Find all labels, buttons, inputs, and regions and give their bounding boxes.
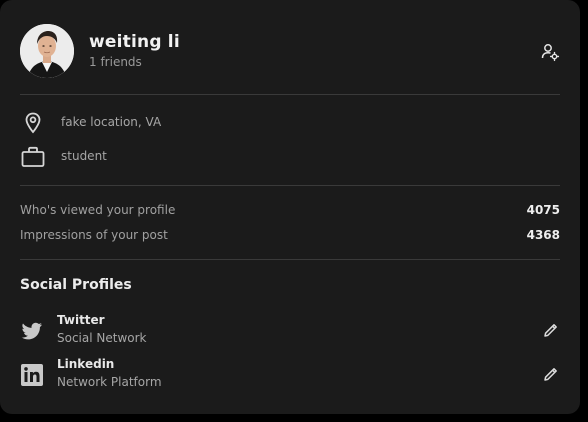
location-text: fake location, VA [61,115,162,129]
occupation-text: student [61,149,107,163]
edit-linkedin-button[interactable] [542,365,560,383]
profile-views-value: 4075 [526,203,560,217]
briefcase-icon [20,144,46,170]
profile-header: weiting li 1 friends [20,24,560,80]
manage-account-button[interactable] [540,42,560,62]
social-item-twitter: Twitter Social Network [20,313,560,349]
twitter-icon [20,319,44,343]
social-name: Linkedin [57,357,115,371]
social-item-linkedin: Linkedin Network Platform [20,357,560,393]
avatar-image [20,24,74,78]
user-name: weiting li [89,32,180,52]
location-row: fake location, VA [20,110,420,136]
post-impressions-row: Impressions of your post 4368 [20,228,560,246]
pencil-icon [544,368,557,381]
social-profiles-title: Social Profiles [20,277,132,293]
avatar[interactable] [20,24,74,78]
social-name: Twitter [57,313,105,327]
occupation-row: student [20,144,420,170]
post-impressions-label: Impressions of your post [20,228,168,242]
location-pin-icon [20,110,46,136]
linkedin-icon [20,363,44,387]
post-impressions-value: 4368 [526,228,560,242]
friends-count: 1 friends [89,55,142,69]
social-type: Social Network [57,331,147,345]
social-type: Network Platform [57,375,162,389]
profile-views-label: Who's viewed your profile [20,203,176,217]
profile-card: weiting li 1 friends fake location, VA s… [0,0,580,414]
divider [20,185,560,186]
divider [20,259,560,260]
pencil-icon [544,324,557,337]
profile-views-row: Who's viewed your profile 4075 [20,203,560,221]
user-settings-icon [541,44,560,62]
divider [20,94,560,95]
edit-twitter-button[interactable] [542,321,560,339]
